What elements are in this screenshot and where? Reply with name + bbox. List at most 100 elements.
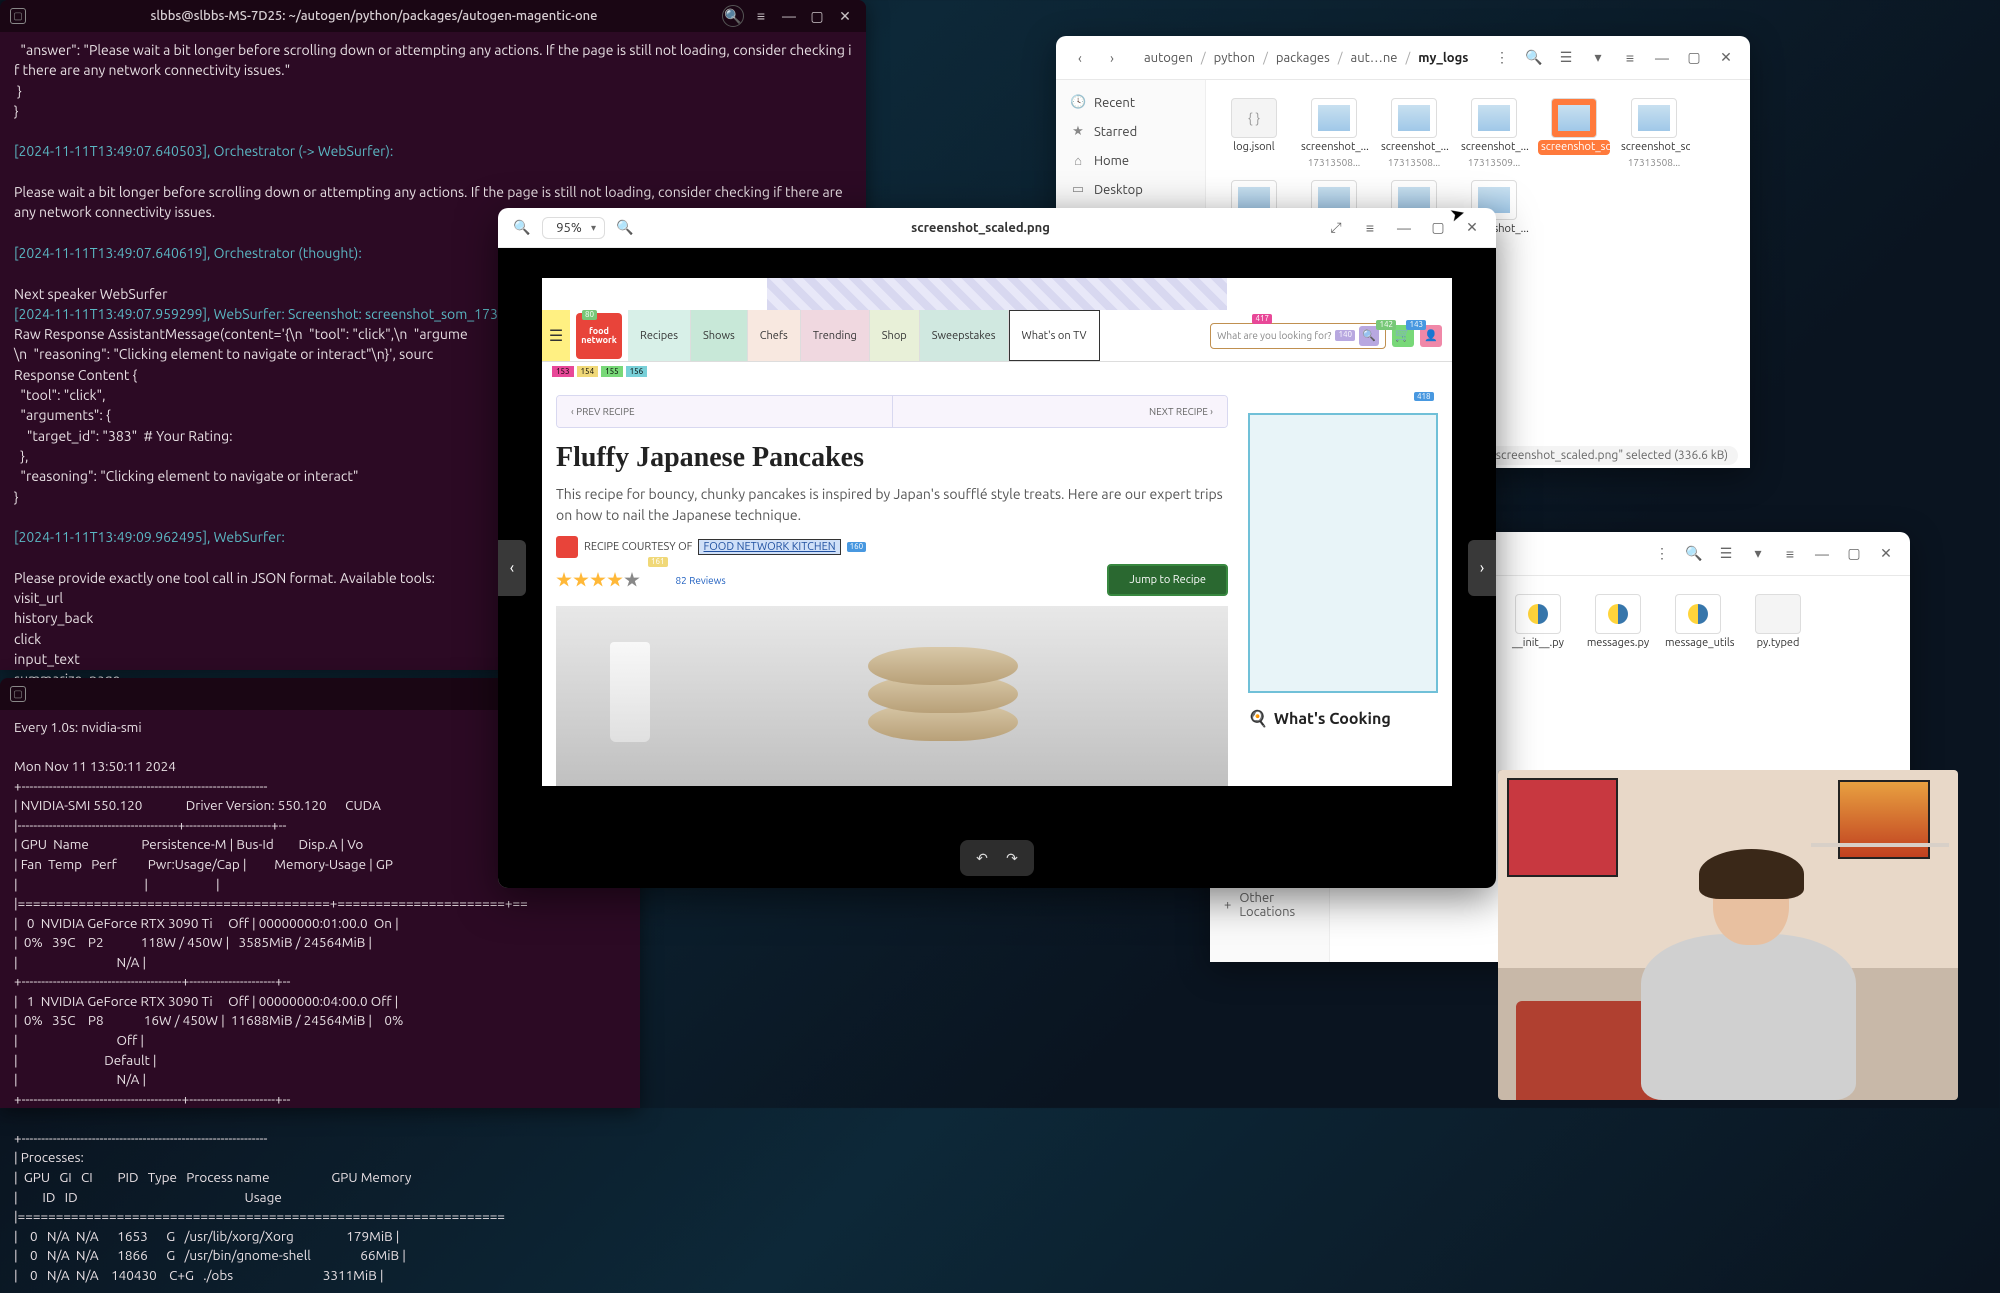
search-icon[interactable]: 🔍	[1680, 540, 1708, 568]
nav-shop: Shop	[870, 310, 920, 361]
som-tag: 160	[847, 542, 867, 552]
python-icon	[1595, 594, 1641, 634]
nav-chefs: Chefs	[748, 310, 801, 361]
file-txt[interactable]: py.typed	[1740, 590, 1816, 655]
file-item[interactable]: screenshot_...17313508...	[1296, 94, 1372, 172]
file-item[interactable]: screenshot_...17313508...	[1376, 94, 1452, 172]
som-tag: 140	[1335, 330, 1355, 340]
python-icon	[1675, 594, 1721, 634]
recipe-hero-image	[556, 606, 1228, 786]
file-item[interactable]: screenshot_som_...17313508...	[1616, 94, 1692, 172]
jump-to-recipe-button: Jump to Recipe	[1107, 564, 1228, 596]
nav-whats-on-tv: What's on TV	[1009, 310, 1100, 361]
star-icon	[556, 572, 572, 588]
view-list-icon[interactable]: ☰	[1712, 540, 1740, 568]
maximize-icon[interactable]: ▢	[1840, 540, 1868, 568]
ad-banner	[767, 278, 1227, 310]
zoom-in-icon[interactable]: 🔍	[611, 214, 639, 242]
star-icon	[590, 572, 606, 588]
image-viewer[interactable]: 🔍 95%▾ 🔍 screenshot_scaled.png ⤢ ≡ — ▢ ✕…	[498, 208, 1496, 888]
sub-nav: 153 154 155 156	[542, 362, 1452, 381]
star-icon	[573, 572, 589, 588]
review-count: 82 Reviews	[676, 575, 726, 586]
hamburger-icon[interactable]: ≡	[1776, 540, 1804, 568]
close-icon[interactable]: ✕	[834, 5, 856, 27]
prev-next-nav: 157 158 ‹ PREV RECIPE NEXT RECIPE ›	[556, 395, 1228, 428]
terminal-title: slbbs@slbbs-MS-7D25: ~/autogen/python/pa…	[32, 9, 716, 23]
hamburger-icon[interactable]: ≡	[750, 5, 772, 27]
view-list-icon[interactable]: ☰	[1552, 44, 1580, 72]
zoom-out-icon[interactable]: 🔍	[508, 214, 536, 242]
breadcrumb[interactable]: autogen/ python/ packages/ aut…ne/ my_lo…	[1130, 48, 1484, 68]
minimize-icon[interactable]: —	[1808, 540, 1836, 568]
python-icon	[1515, 594, 1561, 634]
file-item[interactable]: screenshot_...17313509...	[1456, 94, 1532, 172]
rotate-left-icon[interactable]: ↶	[970, 846, 994, 870]
som-tag: 153	[552, 366, 574, 377]
minimize-icon[interactable]: —	[1648, 44, 1676, 72]
search-input: What are you looking for? 140 🔍	[1210, 323, 1386, 349]
minimize-icon[interactable]: —	[778, 5, 800, 27]
next-image-icon[interactable]: ›	[1468, 540, 1496, 596]
nav-forward-icon[interactable]: ›	[1098, 44, 1126, 72]
sidebar-other-locations[interactable]: +Other Locations	[1210, 884, 1329, 926]
nav-shows: Shows	[691, 310, 748, 361]
sidebar-desktop[interactable]: ▭Desktop	[1056, 175, 1205, 204]
hamburger-icon[interactable]: ≡	[1356, 214, 1384, 242]
more-icon[interactable]: ⋮	[1488, 44, 1516, 72]
viewer-bottom-controls: ↶ ↷	[960, 840, 1034, 876]
sidebar-starred[interactable]: ★Starred	[1056, 117, 1205, 146]
files-titlebar: ‹ › autogen/ python/ packages/ aut…ne/ m…	[1056, 36, 1750, 80]
file-item[interactable]: log.jsonl	[1216, 94, 1292, 172]
file-py[interactable]: __init__.py	[1500, 590, 1576, 655]
prev-recipe: ‹ PREV RECIPE	[557, 396, 892, 427]
image-icon	[1471, 98, 1517, 138]
viewer-toolbar: 🔍 95%▾ 🔍 screenshot_scaled.png ⤢ ≡ — ▢ ✕	[498, 208, 1496, 248]
sidebar-recent[interactable]: 🕓Recent	[1056, 88, 1205, 117]
maximize-icon[interactable]: ▢	[1424, 214, 1452, 242]
recipe-subtitle: This recipe for bouncy, chunky pancakes …	[556, 484, 1228, 526]
som-tag: 143	[1406, 320, 1426, 330]
recipe-title: Fluffy Japanese Pancakes	[556, 442, 1228, 474]
image-icon	[1391, 98, 1437, 138]
search-icon[interactable]: 🔍	[1520, 44, 1548, 72]
file-py[interactable]: messages.py	[1580, 590, 1656, 655]
site-nav: 80 81 ☰ foodnetwork Recipes Shows Chefs …	[542, 310, 1452, 362]
star-rating	[556, 572, 640, 588]
terminal-icon: ▢	[10, 8, 26, 24]
file-item-selected[interactable]: screenshot_scaled.png	[1536, 94, 1612, 172]
courtesy-link: FOOD NETWORK KITCHEN	[698, 539, 840, 555]
som-tag: 417	[1252, 314, 1272, 324]
minimize-icon[interactable]: —	[1390, 214, 1418, 242]
image-icon	[1631, 98, 1677, 138]
maximize-icon[interactable]: ▢	[1680, 44, 1708, 72]
nav-back-icon[interactable]: ‹	[1066, 44, 1094, 72]
search-icon[interactable]: 🔍	[722, 5, 744, 27]
close-icon[interactable]: ✕	[1872, 540, 1900, 568]
terminal-icon: ▢	[10, 686, 26, 702]
som-tag: 142	[1376, 320, 1396, 330]
json-icon	[1231, 98, 1277, 138]
star-icon	[607, 572, 623, 588]
more-icon[interactable]: ⋮	[1648, 540, 1676, 568]
image-icon	[1311, 98, 1357, 138]
rotate-right-icon[interactable]: ↷	[1000, 846, 1024, 870]
foodnetwork-mini-logo	[556, 536, 578, 558]
som-tag: 155	[601, 366, 623, 377]
rating-row: 161 82 Reviews Jump to Recipe	[556, 564, 1228, 596]
fullscreen-icon[interactable]: ⤢	[1322, 214, 1350, 242]
hamburger-icon[interactable]: ≡	[1616, 44, 1644, 72]
screenshot-content: 80 81 ☰ foodnetwork Recipes Shows Chefs …	[542, 278, 1452, 786]
maximize-icon[interactable]: ▢	[806, 5, 828, 27]
prev-image-icon[interactable]: ‹	[498, 540, 526, 596]
sidebar-home[interactable]: ⌂Home	[1056, 146, 1205, 175]
recipe-courtesy: RECIPE COURTESY OF FOOD NETWORK KITCHEN …	[556, 536, 1228, 558]
zoom-control[interactable]: 95%▾	[542, 217, 605, 239]
file-py[interactable]: message_utils.py	[1660, 590, 1736, 655]
image-icon	[1551, 98, 1597, 138]
terminal-titlebar: ▢ slbbs@slbbs-MS-7D25: ~/autogen/python/…	[0, 0, 866, 32]
viewer-title: screenshot_scaled.png	[645, 221, 1316, 235]
chevron-down-icon[interactable]: ▾	[1744, 540, 1772, 568]
chevron-down-icon[interactable]: ▾	[1584, 44, 1612, 72]
close-icon[interactable]: ✕	[1712, 44, 1740, 72]
